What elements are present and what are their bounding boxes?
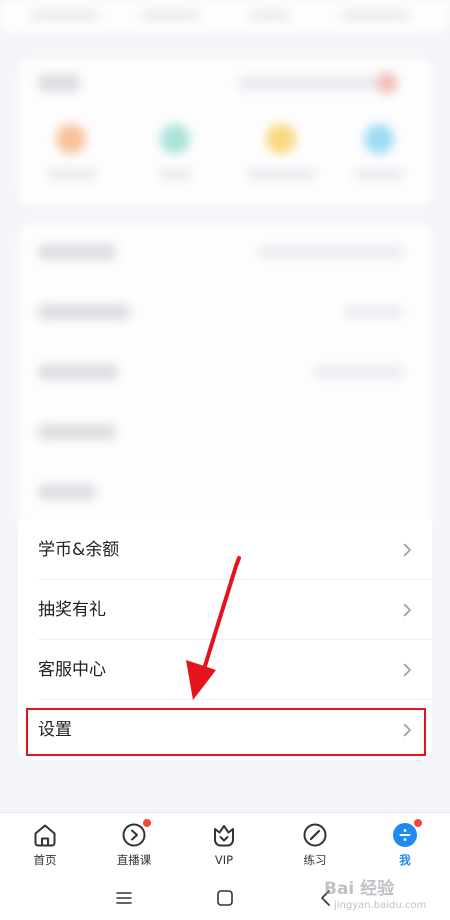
notification-badge	[143, 819, 151, 827]
tab-label: 我	[399, 853, 411, 867]
tab-vip[interactable]: VIP	[184, 819, 264, 875]
tab-label: 直播课	[116, 853, 152, 867]
tab-label: 首页	[33, 853, 57, 867]
live-play-icon	[120, 819, 151, 849]
menu-item-label: 学币&余额	[38, 540, 120, 560]
tab-practice[interactable]: 练习	[275, 819, 355, 875]
chevron-right-icon	[403, 543, 411, 557]
profile-icon	[391, 819, 422, 849]
bottom-tab-bar: 首页 直播课 VIP 练习 我	[0, 812, 450, 876]
tab-home[interactable]: 首页	[5, 819, 85, 875]
notification-badge	[414, 819, 422, 827]
watermark-url: jingyan.baidu.com	[334, 900, 427, 911]
blurred-content	[0, 0, 450, 524]
baidu-jingyan-watermark: Bai 经验 jingyan.baidu.com	[324, 872, 436, 918]
practice-pen-icon	[301, 821, 329, 849]
menu-item-lottery[interactable]: 抽奖有礼	[18, 580, 432, 640]
vip-crown-icon	[210, 821, 238, 849]
menu-item-customer-service[interactable]: 客服中心	[18, 640, 432, 700]
chevron-right-icon	[403, 663, 411, 677]
tab-label: 练习	[303, 853, 327, 867]
settings-highlight-box	[26, 708, 426, 756]
menu-item-label: 抽奖有礼	[38, 600, 106, 620]
menu-item-label: 客服中心	[38, 660, 106, 680]
watermark-brand: Bai 经验	[324, 879, 395, 899]
tools-card	[18, 58, 432, 206]
menu-lines-icon[interactable]	[114, 888, 134, 908]
chevron-right-icon	[403, 603, 411, 617]
blurred-menu-card	[18, 224, 432, 524]
tab-label: VIP	[214, 853, 234, 867]
menu-item-coins-balance[interactable]: 学币&余额	[18, 520, 432, 580]
top-strip	[0, 0, 450, 34]
tab-live-course[interactable]: 直播课	[94, 819, 174, 875]
home-square-icon[interactable]	[215, 888, 235, 908]
home-icon	[31, 821, 59, 849]
tab-me[interactable]: 我	[365, 819, 445, 875]
